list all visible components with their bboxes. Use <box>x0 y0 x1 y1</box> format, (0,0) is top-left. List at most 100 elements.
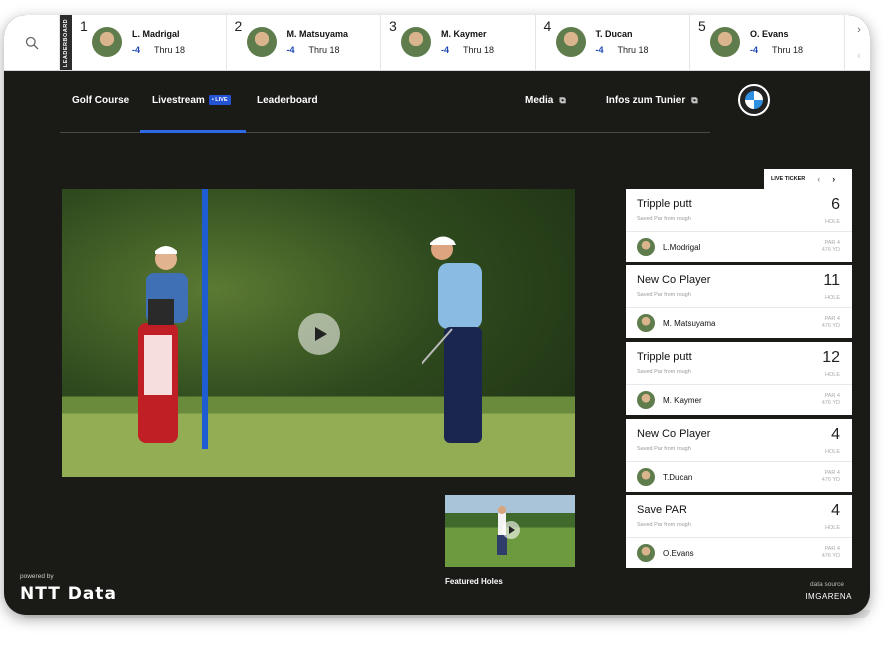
leaderboard-entries: 1 L. Madrigal -4 Thru 18 2 M. Matsuyama … <box>72 15 848 70</box>
nav-leaderboard[interactable]: Leaderboard <box>257 95 318 106</box>
chevron-left-icon[interactable]: ‹ <box>817 174 820 184</box>
chevron-right-icon[interactable]: › <box>857 24 861 36</box>
card-player: O.Evans <box>663 549 694 558</box>
card-hole-number: 4 <box>831 502 840 519</box>
live-ticker-header: LIVE TICKER ‹ › <box>764 169 852 189</box>
entry-name: O. Evans <box>750 29 789 39</box>
card-par-info: PAR 4 476 YD <box>822 240 840 254</box>
card-hole-label: HOLE <box>825 525 840 531</box>
chevron-left-icon[interactable]: ‹ <box>857 50 861 62</box>
card-par-info: PAR 4 476 YD <box>822 546 840 560</box>
avatar <box>401 27 431 57</box>
entry-rank: 5 <box>698 18 706 34</box>
card-hole-label: HOLE <box>825 219 840 225</box>
entry-score: -4 <box>750 45 759 55</box>
card-subtitle: Saved Par from rough <box>637 216 691 222</box>
card-hole-number: 4 <box>831 426 840 443</box>
card-yards: 476 YD <box>821 477 840 483</box>
card-divider <box>626 384 852 385</box>
entry-score: -4 <box>286 45 295 55</box>
entry-name: L. Madrigal <box>132 29 180 39</box>
leaderboard-strip: LEADERBOARD 1 L. Madrigal -4 Thru 18 2 M… <box>4 15 870 71</box>
live-badge: • LIVE <box>208 95 231 105</box>
caddie-figure <box>138 246 188 443</box>
card-player: M. Kaymer <box>663 396 702 405</box>
entry-score: -4 <box>595 45 604 55</box>
card-hole-number: 12 <box>822 349 840 366</box>
card-divider <box>626 537 852 538</box>
leaderboard-entry[interactable]: 3 M. Kaymer -4 Thru 18 <box>381 15 536 70</box>
avatar <box>637 238 655 256</box>
card-title: Tripple putt <box>637 351 692 363</box>
entry-name: M. Kaymer <box>441 29 487 39</box>
external-link-icon: ⧉ <box>559 95 566 105</box>
search-button[interactable] <box>4 15 60 70</box>
ticker-card[interactable]: New Co Player Saved Par from rough 11 HO… <box>626 265 852 338</box>
card-hole-number: 11 <box>823 272 840 289</box>
featured-holes-caption: Featured Holes <box>445 577 503 586</box>
entry-thru: Thru 18 <box>154 45 186 55</box>
card-par: PAR 4 <box>824 316 841 322</box>
leaderboard-entry[interactable]: 5 O. Evans -4 Thru 18 <box>690 15 845 70</box>
card-subtitle: Saved Par from rough <box>637 446 691 452</box>
ticker-card[interactable]: Save PAR Saved Par from rough 4 HOLE O.E… <box>626 495 852 568</box>
entry-thru: Thru 18 <box>463 45 495 55</box>
card-divider <box>626 231 852 232</box>
card-par-info: PAR 4 476 YD <box>822 393 840 407</box>
data-source-label: data source <box>810 581 844 588</box>
avatar <box>710 27 740 57</box>
live-ticker-label: LIVE TICKER <box>771 176 806 182</box>
ticker-card[interactable]: Tripple putt Saved Par from rough 6 HOLE… <box>626 189 852 262</box>
entry-thru: Thru 18 <box>772 45 804 55</box>
search-icon <box>25 36 38 49</box>
leaderboard-entry[interactable]: 4 T. Ducan -4 Thru 18 <box>536 15 690 70</box>
avatar <box>637 468 655 486</box>
leaderboard-pager: › ‹ <box>848 15 870 70</box>
card-subtitle: Saved Par from rough <box>637 369 691 375</box>
play-button[interactable] <box>298 313 340 355</box>
featured-holes-thumbnail[interactable] <box>445 495 575 567</box>
card-title: Tripple putt <box>637 198 692 210</box>
nav-golf-course[interactable]: Golf Course <box>72 95 129 106</box>
card-hole-label: HOLE <box>825 295 840 301</box>
entry-score: -4 <box>132 45 141 55</box>
leaderboard-entry[interactable]: 1 L. Madrigal -4 Thru 18 <box>72 15 227 70</box>
card-player: T.Ducan <box>663 473 693 482</box>
avatar <box>246 27 277 57</box>
card-par: PAR 4 <box>824 240 841 246</box>
bmw-logo[interactable] <box>738 84 770 116</box>
card-title: New Co Player <box>637 274 711 286</box>
golfer-figure <box>422 236 482 443</box>
app-frame: LEADERBOARD 1 L. Madrigal -4 Thru 18 2 M… <box>4 15 870 615</box>
livestream-video[interactable] <box>62 189 575 477</box>
card-yards: 476 YD <box>821 400 840 406</box>
card-yards: 476 YD <box>821 323 840 329</box>
card-player: L.Modrigal <box>663 243 701 252</box>
leaderboard-entry[interactable]: 2 M. Matsuyama -4 Thru 18 <box>227 15 381 70</box>
card-player: M. Matsuyama <box>663 319 716 328</box>
ticker-card[interactable]: Tripple putt Saved Par from rough 12 HOL… <box>626 342 852 415</box>
card-title: Save PAR <box>637 504 687 516</box>
card-par: PAR 4 <box>824 546 841 552</box>
play-button[interactable] <box>502 521 520 539</box>
card-hole-number: 6 <box>831 196 840 213</box>
chevron-right-icon[interactable]: › <box>832 174 835 184</box>
nav-infos[interactable]: Infos zum Tunier ⧉ <box>606 95 698 106</box>
nav-livestream-label: Livestream <box>152 95 205 106</box>
avatar <box>555 27 586 57</box>
entry-rank: 4 <box>543 18 552 34</box>
flag-pole <box>202 189 208 449</box>
card-hole-label: HOLE <box>825 372 840 378</box>
entry-name: M. Matsuyama <box>286 29 349 39</box>
leaderboard-tag: LEADERBOARD <box>60 15 72 70</box>
card-title: New Co Player <box>637 428 711 440</box>
card-yards: 476 YD <box>821 553 840 559</box>
ticker-card[interactable]: New Co Player Saved Par from rough 4 HOL… <box>626 419 852 492</box>
external-link-icon: ⧉ <box>691 95 698 105</box>
main-nav: Golf Course Livestream • LIVE Leaderboard… <box>60 71 710 133</box>
nav-livestream[interactable]: Livestream • LIVE <box>152 95 231 106</box>
card-par-info: PAR 4 476 YD <box>822 316 840 330</box>
avatar <box>637 314 655 332</box>
entry-rank: 3 <box>389 18 397 34</box>
nav-media[interactable]: Media ⧉ <box>525 95 566 106</box>
